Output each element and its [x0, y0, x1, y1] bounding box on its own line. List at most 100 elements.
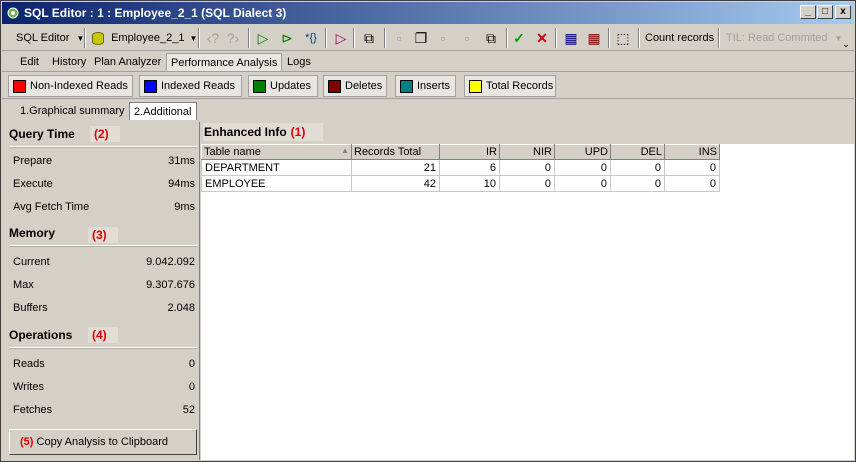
legend-label: Updates [270, 80, 311, 92]
stat-value: 0 [188, 358, 195, 370]
query-time-heading: Query Time [9, 127, 75, 141]
database-dropdown[interactable]: Employee_2_1 ▼ [92, 27, 197, 49]
load-icon[interactable]: ❐ [412, 29, 430, 47]
legend-inserts[interactable]: Inserts [395, 75, 456, 97]
legend-swatch [328, 80, 341, 93]
save-icon[interactable]: ▫ [434, 29, 452, 47]
close-button[interactable]: x [835, 5, 851, 19]
table-cell: 0 [499, 175, 555, 192]
enhanced-info-marker: (1) [290, 125, 306, 139]
table-header-row: Table name ▲ Records Total IR NIR UPD DE… [201, 144, 720, 160]
legend-label: Inserts [417, 80, 451, 92]
column-header-nir[interactable]: NIR [499, 144, 555, 160]
maximize-button[interactable]: □ [817, 5, 833, 19]
stat-label: Current [13, 256, 50, 268]
table-cell: 6 [439, 159, 500, 176]
stat-value: 31ms [168, 155, 195, 167]
stat-label: Prepare [13, 155, 53, 167]
execute-step-icon[interactable]: ⊳ [278, 29, 296, 47]
tab-performance-analysis[interactable]: Performance Analysis [166, 53, 283, 71]
stat-label: Buffers [13, 302, 48, 314]
table-cell: 0 [610, 175, 665, 192]
enhanced-info-heading: Enhanced Info (1) [203, 123, 323, 141]
rollback-icon[interactable]: ✕ [533, 29, 551, 47]
grid-icon[interactable]: ▦ [562, 29, 580, 47]
column-header-ir[interactable]: IR [439, 144, 500, 160]
til-dropdown[interactable]: TIL: Read Commited ▼ [726, 27, 842, 49]
table-cell: 10 [439, 175, 500, 192]
tab-additional[interactable]: 2.Additional [129, 102, 197, 120]
help-icon[interactable]: ‹? [204, 29, 222, 47]
legend-swatch [400, 80, 413, 93]
stat-label: Execute [13, 178, 53, 190]
legend-swatch [253, 80, 266, 93]
legend-label: Deletes [345, 80, 383, 92]
stat-row-reads: Reads 0 [13, 357, 195, 371]
enhanced-info-title: Enhanced Info [204, 125, 287, 139]
table-row[interactable]: DEPARTMENT 21 6 0 0 0 0 [201, 159, 720, 176]
execute-icon[interactable]: ▷ [254, 29, 272, 47]
commit-icon[interactable]: ✓ [510, 29, 528, 47]
app-icon [7, 7, 19, 19]
stat-value: 94ms [168, 178, 195, 190]
column-header-table-name[interactable]: Table name ▲ [201, 144, 352, 160]
stat-value: 9ms [174, 201, 195, 213]
grid-export-icon[interactable]: ▦ [585, 29, 603, 47]
chevron-down-icon: ▼ [189, 34, 198, 43]
stat-value: 2.048 [167, 302, 195, 314]
column-header-label: Table name [204, 146, 261, 158]
stat-row-execute: Execute 94ms [13, 177, 195, 191]
tab-plan-analyzer[interactable]: Plan Analyzer [90, 53, 165, 71]
column-header-ins[interactable]: INS [664, 144, 720, 160]
copy-icon[interactable]: ⧉ [482, 29, 500, 47]
legend-deletes[interactable]: Deletes [323, 75, 387, 97]
table-cell: 0 [664, 159, 720, 176]
copy-analysis-button[interactable]: (5) Copy Analysis to Clipboard [9, 429, 197, 455]
stat-row-writes: Writes 0 [13, 380, 195, 394]
legend-total-records[interactable]: Total Records [464, 75, 556, 97]
legend-non-indexed-reads[interactable]: Non-Indexed Reads [8, 75, 133, 97]
run-in-transaction-icon[interactable]: ▷ [332, 29, 350, 47]
stat-row-current: Current 9.042.092 [13, 255, 195, 269]
count-records-button[interactable]: Count records [645, 27, 714, 49]
sort-asc-icon: ▲ [341, 146, 349, 155]
stat-label: Writes [13, 381, 44, 393]
database-icon [92, 31, 104, 45]
tab-edit[interactable]: Edit [16, 53, 43, 71]
legend-bar: Non-Indexed Reads Indexed Reads Updates … [2, 73, 854, 99]
stat-row-max: Max 9.307.676 [13, 278, 195, 292]
table-cell: 21 [351, 159, 440, 176]
table-row[interactable]: EMPLOYEE 42 10 0 0 0 0 [201, 175, 720, 192]
paste-icon[interactable]: ▫ [458, 29, 476, 47]
tab-logs[interactable]: Logs [283, 53, 315, 71]
table-cell: 0 [610, 159, 665, 176]
stat-row-prepare: Prepare 31ms [13, 154, 195, 168]
column-header-records-total[interactable]: Records Total [351, 144, 440, 160]
column-header-del[interactable]: DEL [610, 144, 665, 160]
new-icon[interactable]: ▫ [390, 29, 408, 47]
script-icon[interactable]: *{} [302, 29, 320, 47]
enhanced-info-grid[interactable]: Table name ▲ Records Total IR NIR UPD DE… [201, 144, 854, 460]
stat-row-avg-fetch-time: Avg Fetch Time 9ms [13, 200, 195, 214]
help-next-icon[interactable]: ?› [224, 29, 242, 47]
sql-editor-dropdown[interactable]: SQL Editor ▼ [16, 27, 84, 49]
table-cell: DEPARTMENT [201, 159, 352, 176]
enhanced-info-table: Table name ▲ Records Total IR NIR UPD DE… [201, 144, 720, 192]
legend-indexed-reads[interactable]: Indexed Reads [139, 75, 242, 97]
legend-updates[interactable]: Updates [248, 75, 318, 97]
legend-label: Non-Indexed Reads [30, 80, 128, 92]
window-title: SQL Editor : 1 : Employee_2_1 (SQL Diale… [24, 6, 287, 20]
sql-editor-label: SQL Editor [16, 32, 70, 44]
stat-label: Avg Fetch Time [13, 201, 90, 213]
title-bar[interactable]: SQL Editor : 1 : Employee_2_1 (SQL Diale… [2, 2, 854, 24]
minimize-button[interactable]: _ [800, 5, 816, 19]
table-cell: 0 [554, 159, 611, 176]
operations-heading: Operations [9, 328, 73, 342]
options-icon[interactable]: ⬚ [614, 29, 632, 47]
tab-history[interactable]: History [48, 53, 90, 71]
prepare-icon[interactable]: ⧉ [360, 29, 378, 47]
toolbar-overflow-icon[interactable]: ⌄ [837, 35, 855, 53]
copy-button-label: Copy Analysis to Clipboard [36, 436, 168, 448]
tab-graphical-summary[interactable]: 1.Graphical summary [16, 102, 129, 120]
column-header-upd[interactable]: UPD [554, 144, 611, 160]
